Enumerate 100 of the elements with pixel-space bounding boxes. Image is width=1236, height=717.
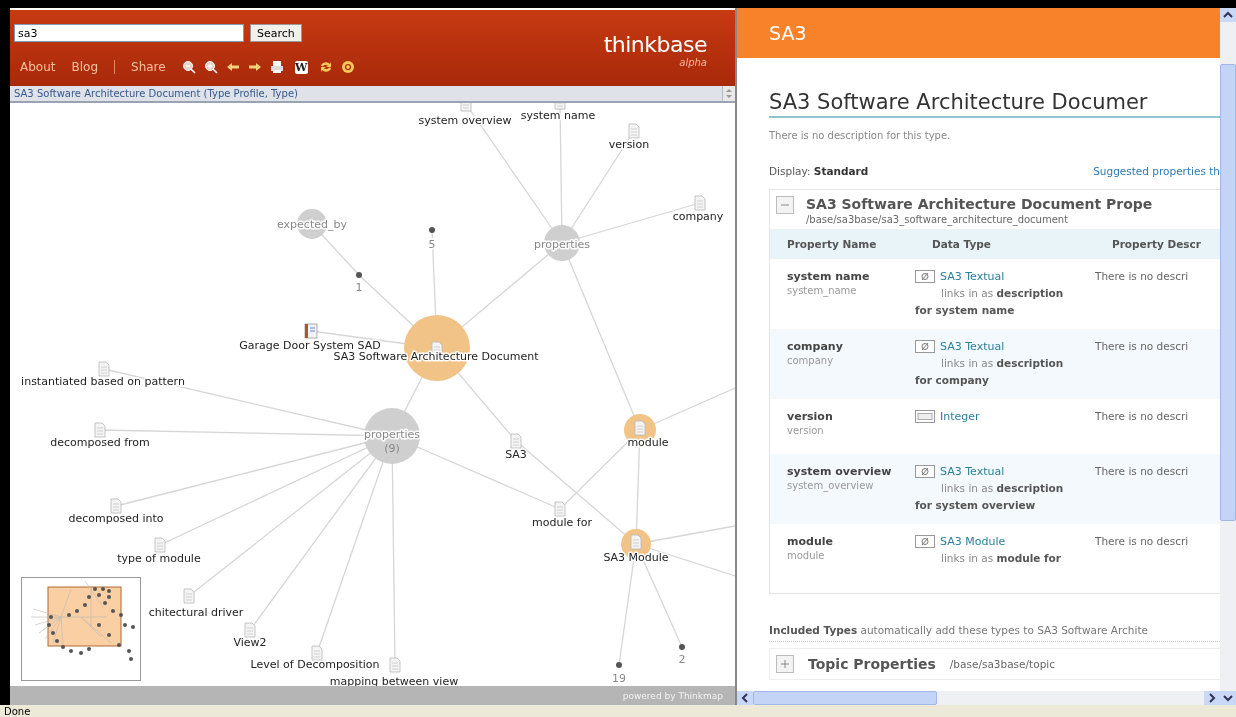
- document-icon: [389, 657, 401, 673]
- node-label[interactable]: 2: [678, 653, 686, 666]
- graph-node[interactable]: [679, 644, 685, 650]
- node-label[interactable]: type of module: [117, 552, 201, 565]
- document-icon: [244, 622, 256, 638]
- node-label[interactable]: 1: [355, 281, 363, 294]
- section-title: Topic Properties: [808, 656, 936, 672]
- node-count: (9): [384, 442, 400, 455]
- document-icon: [510, 433, 522, 449]
- property-name: version: [787, 410, 834, 423]
- breadcrumb: SA3 Software Architecture Document (Type Profile, Type): [14, 88, 298, 99]
- share-link[interactable]: Share: [131, 60, 166, 74]
- display-setting: Display: Standard: [769, 165, 869, 177]
- node-label[interactable]: SA3: [505, 448, 527, 461]
- scroll-up-icon[interactable]: [1220, 8, 1236, 22]
- node-label[interactable]: 5: [428, 238, 436, 251]
- nav-link[interactable]: Blog: [71, 60, 98, 74]
- column-header: Property Descr: [1095, 229, 1220, 259]
- property-name: module: [787, 535, 834, 548]
- suggested-properties-link[interactable]: Suggested properties th: [1093, 165, 1220, 177]
- property-name: system name: [787, 270, 871, 283]
- node-label[interactable]: decomposed from: [50, 436, 150, 449]
- column-header: Data Type: [915, 229, 1095, 259]
- graph-node[interactable]: [364, 408, 420, 464]
- property-description: There is no descri: [1095, 410, 1190, 422]
- section-title: SA3 Software Architecture Document Prope: [806, 196, 1153, 212]
- vertical-scrollbar[interactable]: [1220, 8, 1236, 705]
- wikipedia-icon[interactable]: W: [294, 60, 308, 74]
- node-label[interactable]: module: [627, 436, 669, 449]
- document-icon: [628, 123, 640, 139]
- document-icon: [460, 103, 472, 112]
- property-description: There is no descri: [1095, 465, 1190, 477]
- reverse-link-note: links in as description for company: [915, 356, 1065, 388]
- document-icon: [554, 103, 566, 110]
- search-button[interactable]: Search: [250, 24, 302, 42]
- document-icon: [154, 537, 166, 553]
- panel-header: SA3: [769, 22, 807, 44]
- zoom-in-icon[interactable]: [203, 60, 218, 74]
- data-type-link[interactable]: SA3 Textual: [940, 270, 1005, 283]
- node-label[interactable]: SA3 Module: [603, 551, 669, 564]
- data-type-link[interactable]: SA3 Module: [940, 535, 1006, 548]
- document-icon: [554, 501, 566, 517]
- zoom-out-icon[interactable]: [181, 60, 196, 74]
- column-header: Property Name: [770, 229, 915, 259]
- property-name: company: [787, 340, 844, 353]
- node-label[interactable]: Level of Decomposition: [250, 658, 380, 671]
- graph-node[interactable]: [429, 227, 435, 233]
- expand-toggle[interactable]: [776, 655, 794, 673]
- logo-name: thinkbase: [603, 32, 707, 57]
- document-icon: [98, 361, 110, 377]
- horizontal-scrollbar[interactable]: [737, 691, 1220, 705]
- help-icon[interactable]: [340, 60, 355, 74]
- node-label[interactable]: properties: [533, 238, 591, 251]
- data-type-link[interactable]: SA3 Textual: [940, 340, 1005, 353]
- graph-node[interactable]: [356, 272, 362, 278]
- scroll-down-icon[interactable]: [1220, 691, 1236, 705]
- node-label[interactable]: system overview: [418, 114, 512, 127]
- reverse-link-note: links in as description for system name: [915, 286, 1065, 318]
- node-label[interactable]: View2: [233, 636, 267, 649]
- document-icon: [634, 420, 646, 436]
- property-description: There is no descri: [1095, 535, 1190, 547]
- scroll-left-icon[interactable]: [737, 691, 753, 705]
- property-description: There is no descri: [1095, 340, 1190, 352]
- document-icon: [110, 498, 122, 514]
- page-title: SA3 Software Architecture Documer: [769, 90, 1220, 118]
- reverse-link-note: links in as description for system overview: [915, 481, 1065, 513]
- node-label[interactable]: 19: [612, 672, 626, 685]
- logo-tag: alpha: [679, 57, 707, 68]
- data-type-link[interactable]: Integer: [940, 410, 980, 423]
- property-id: system_overview: [787, 480, 875, 491]
- node-label[interactable]: expected_by: [277, 218, 347, 231]
- node-label[interactable]: chitectural driver: [148, 606, 244, 619]
- graph-node[interactable]: [616, 662, 622, 668]
- expand-toggle[interactable]: [776, 196, 794, 214]
- document-icon: [183, 588, 195, 604]
- node-label[interactable]: module for: [532, 516, 592, 529]
- property-id: module: [787, 550, 826, 561]
- data-type-link[interactable]: SA3 Textual: [940, 465, 1005, 478]
- property-id: version: [787, 425, 825, 436]
- section-path: /base/sa3base/topic: [949, 658, 1055, 670]
- search-field[interactable]: sa3: [14, 24, 244, 42]
- node-label[interactable]: company: [672, 210, 724, 223]
- type-description: There is no description for this type.: [769, 130, 952, 141]
- node-label[interactable]: Garage Door System SAD: [239, 339, 381, 352]
- document-icon: [630, 534, 642, 550]
- property-id: system_name: [787, 285, 858, 296]
- status-text: Done: [4, 705, 31, 717]
- minimap-drawing[interactable]: [21, 577, 141, 681]
- node-label[interactable]: decomposed into: [68, 512, 164, 525]
- nav-link[interactable]: About: [20, 60, 56, 74]
- print-icon[interactable]: [269, 60, 284, 74]
- back-arrow-icon[interactable]: [225, 60, 240, 74]
- sync-icon[interactable]: [318, 60, 333, 74]
- node-label[interactable]: instantiated based on pattern: [21, 375, 185, 388]
- node-label[interactable]: system name: [520, 109, 596, 122]
- scroll-right-icon[interactable]: [1204, 691, 1220, 705]
- property-name: system overview: [787, 465, 893, 478]
- forward-arrow-icon[interactable]: [247, 60, 262, 74]
- node-label[interactable]: version: [608, 138, 650, 151]
- book-icon: [304, 323, 318, 339]
